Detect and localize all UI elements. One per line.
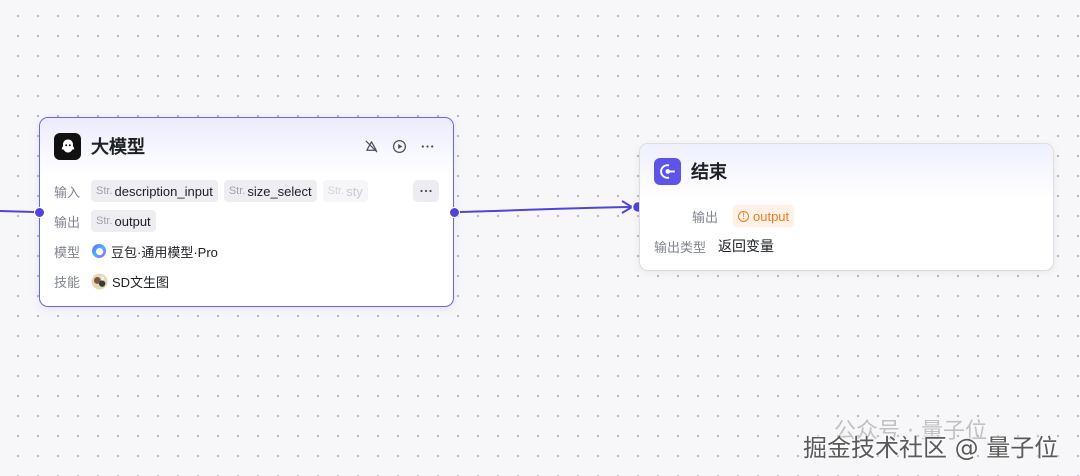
model-name: 豆包·通用模型·Pro [111, 244, 218, 260]
output-label: 输出 [54, 214, 81, 230]
end-node-title: 结束 [691, 162, 727, 182]
output-warning-tag[interactable]: ! output [733, 205, 795, 227]
end-output-label: 输出 [691, 209, 718, 225]
skip-icon[interactable] [363, 138, 379, 154]
end-node[interactable]: 结束 输出 ! output 输出类型 返回变量 [639, 143, 1054, 271]
llm-ghost-icon [54, 132, 81, 160]
more-inputs-button[interactable] [413, 180, 439, 202]
end-node-header[interactable]: 结束 [640, 144, 1053, 198]
llm-node-title: 大模型 [91, 137, 145, 157]
sd-plugin-icon [91, 273, 108, 289]
watermark-juejin: 掘金技术社区 @ 量子位 [803, 434, 1059, 462]
input-param-tag[interactable]: Str. sty [322, 180, 368, 202]
end-output-value: output [753, 208, 790, 224]
input-label: 输入 [54, 184, 81, 200]
llm-model-row: 模型 豆包·通用模型·Pro [54, 236, 439, 266]
skill-value[interactable]: SD文生图 [91, 272, 169, 291]
workflow-canvas[interactable]: 大模型 输入 Str. description_input Str. size_se… [0, 0, 1080, 476]
input-param-tag[interactable]: Str. size_select [223, 180, 317, 202]
llm-node[interactable]: 大模型 输入 Str. description_input Str. size_se… [34, 117, 460, 307]
output-type-label: 输出类型 [654, 239, 707, 255]
warning-icon: ! [738, 210, 749, 222]
more-icon[interactable] [419, 138, 435, 154]
skill-name: SD文生图 [112, 274, 170, 290]
llm-output-row: 输出 Str. output [54, 206, 439, 236]
output-type-value: 返回变量 [718, 238, 774, 254]
llm-input-port[interactable] [34, 207, 45, 218]
llm-input-row: 输入 Str. description_input Str. size_select… [54, 176, 439, 206]
end-output-type-row: 输出类型 返回变量 [654, 231, 1039, 261]
output-param-tag[interactable]: Str. output [91, 210, 156, 232]
skill-label: 技能 [54, 274, 81, 290]
llm-output-port[interactable] [449, 207, 460, 218]
end-output-row: 输出 ! output [654, 201, 1039, 231]
run-icon[interactable] [391, 138, 407, 154]
model-value[interactable]: 豆包·通用模型·Pro [91, 242, 218, 261]
llm-skill-row: 技能 SD文生图 [54, 266, 439, 296]
doubao-model-icon [92, 244, 106, 258]
model-label: 模型 [54, 244, 81, 260]
input-param-tag[interactable]: Str. description_input [91, 180, 218, 202]
end-node-icon [654, 157, 681, 185]
incoming-edge[interactable] [0, 210, 35, 213]
connection-edge[interactable] [458, 206, 633, 213]
llm-node-header[interactable]: 大模型 [40, 118, 453, 174]
